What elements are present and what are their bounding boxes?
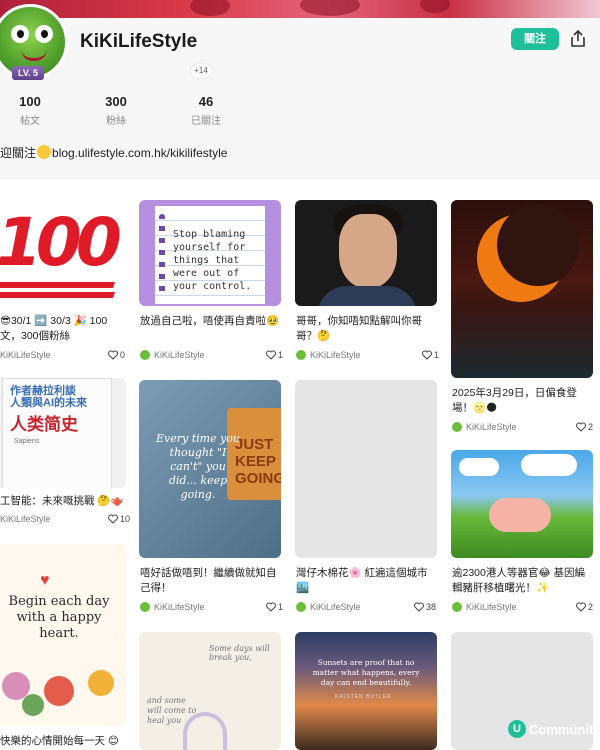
stat-posts[interactable]: 100 帖文 <box>0 94 60 127</box>
post-thumbnail[interactable]: Sunsets are proof that no matter what ha… <box>295 632 437 750</box>
post-caption[interactable]: 😎30/1 ➡️ 30/3 🎉 100文，300個粉絲 <box>0 314 128 344</box>
heart-icon <box>266 602 276 612</box>
post-caption[interactable]: 工智能：未來嘅挑戰 🤔🫖 <box>0 494 128 509</box>
stat-followers[interactable]: 300 粉絲 <box>86 94 146 127</box>
like-count[interactable]: 2 <box>576 602 593 612</box>
post-author[interactable]: KiKiLifeStyle <box>140 602 205 612</box>
post-thumbnail[interactable] <box>451 450 593 558</box>
heart-icon <box>266 350 276 360</box>
post-author[interactable]: KiKiLifeStyle <box>296 350 361 360</box>
post-author[interactable]: KiKiLifeStyle <box>452 422 517 432</box>
post-caption[interactable]: 放過自己啦，唔使再自責啦🥹 <box>140 314 280 329</box>
post-thumbnail[interactable] <box>295 380 437 558</box>
cover-banner <box>0 0 600 18</box>
like-count[interactable]: 1 <box>266 602 283 612</box>
post-caption[interactable]: 2025年3月29日，日偏食登場！🌝🌑 <box>452 386 592 416</box>
post-author[interactable]: KiKiLifeStyle <box>140 350 205 360</box>
username: KiKiLifeStyle <box>80 31 198 52</box>
post-feed: 100 😎30/1 ➡️ 30/3 🎉 100文，300個粉絲 KiKiLife… <box>0 180 600 750</box>
share-icon[interactable] <box>568 29 588 49</box>
post-thumbnail[interactable]: Every time you thought "I can't" you did… <box>139 380 281 558</box>
heart-icon <box>108 514 118 524</box>
post-thumbnail[interactable] <box>451 200 593 378</box>
bio: 迎關注 blog.ulifestyle.com.hk/kikilifestyle <box>0 144 227 161</box>
post-caption[interactable]: 快樂的心情開始每一天 😊 <box>0 734 128 749</box>
post-thumbnail[interactable]: Some days will break you, and some will … <box>139 632 281 750</box>
post-thumbnail[interactable]: ♥ Begin each day with a happy heart. <box>0 544 126 726</box>
heart-icon <box>414 602 424 612</box>
post-caption[interactable]: 逾2300港人等器官😂 基因編輯豬肝移植曙光！✨ <box>452 566 592 596</box>
post-thumbnail[interactable] <box>295 200 437 306</box>
heart-icon <box>108 350 118 360</box>
smiling-face-icon <box>37 145 52 159</box>
heart-icon <box>576 422 586 432</box>
heart-icon <box>422 350 432 360</box>
post-author[interactable]: KiKiLifeStyle <box>452 602 517 612</box>
level-badge: LV. 5 <box>12 66 44 80</box>
community-watermark: U Community <box>508 720 600 738</box>
bio-link[interactable]: blog.ulifestyle.com.hk/kikilifestyle <box>52 146 227 160</box>
post-caption[interactable]: 灣仔木棉花🌸 紅遍這個城市🏙️ <box>296 566 436 596</box>
ucommunity-logo-icon: U <box>508 720 526 738</box>
post-caption[interactable]: 唔好話做唔到！繼續做就知自己得！ <box>140 566 280 596</box>
profile-header: LV. 5 KiKiLifeStyle 關注 +14 100 帖文 300 粉絲… <box>0 4 600 180</box>
post-thumbnail[interactable]: Stop blaming yourself for things that we… <box>139 200 281 306</box>
post-thumbnail[interactable]: 作者赫拉利談 人類與AI的未來 人类简史 Sapiens <box>0 378 126 488</box>
like-count[interactable]: 1 <box>266 350 283 360</box>
like-count[interactable]: 10 <box>108 514 130 524</box>
post-thumbnail[interactable]: 100 <box>0 200 126 308</box>
post-caption[interactable]: 哥哥，你知唔知點解叫你哥哥？🤔 <box>296 314 436 344</box>
like-count[interactable]: 2 <box>576 422 593 432</box>
like-count[interactable]: 38 <box>414 602 436 612</box>
post-author[interactable]: KiKiLifeStyle <box>296 602 361 612</box>
like-count[interactable]: 1 <box>422 350 439 360</box>
heart-icon <box>576 602 586 612</box>
stat-following[interactable]: 46 已關注 <box>176 94 236 127</box>
post-author[interactable]: KiKiLifeStyle <box>0 514 51 524</box>
bio-text: 迎關注 <box>0 146 37 160</box>
post-author[interactable]: KiKiLifeStyle <box>0 350 51 360</box>
red-heart-icon: ♥ <box>40 572 50 589</box>
like-count[interactable]: 0 <box>108 350 125 360</box>
following-more-chip[interactable]: +14 <box>191 64 211 78</box>
follow-button[interactable]: 關注 <box>511 28 559 50</box>
